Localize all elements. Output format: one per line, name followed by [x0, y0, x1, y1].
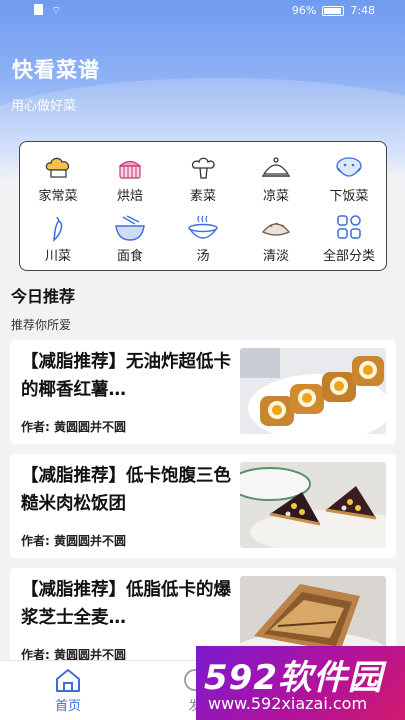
- watermark: 592软件园 www.592xiazai.com: [196, 646, 405, 720]
- category-label: 面食: [116, 249, 143, 264]
- dish-cover-icon: [262, 157, 290, 177]
- category-jiachangcai[interactable]: 家常菜: [22, 154, 94, 204]
- recipe-card[interactable]: 【减脂推荐】低卡饱腹三色糙米肉松饭团 作者: 黄圆圆并不圆: [10, 454, 396, 558]
- recipe-author: 作者: 黄圆圆并不圆: [21, 534, 126, 548]
- category-liangcai[interactable]: 凉菜: [240, 154, 312, 204]
- recipe-title: 【减脂推荐】低卡饱腹三色糙米肉松饭团: [21, 466, 231, 514]
- clock: 7:48: [350, 4, 375, 17]
- recipe-thumbnail: [240, 462, 386, 548]
- category-sucai[interactable]: 素菜: [167, 154, 239, 204]
- category-label: 素菜: [189, 189, 216, 204]
- wifi-icon: ⌔: [51, 4, 62, 17]
- category-label: 凉菜: [262, 189, 289, 204]
- category-all[interactable]: 全部分类: [313, 214, 385, 264]
- soup-icon: [188, 215, 218, 239]
- recipe-author: 作者: 黄圆圆并不圆: [21, 420, 126, 434]
- category-hongbei[interactable]: 烘焙: [94, 154, 166, 204]
- app-title: 快看菜谱: [12, 58, 100, 82]
- sim-icon: [34, 4, 43, 15]
- category-xiafancai[interactable]: 下饭菜: [313, 154, 385, 204]
- bowl-icon: [336, 157, 362, 177]
- chili-icon: [53, 216, 63, 242]
- recipe-title: 【减脂推荐】无油炸超低卡的椰香红薯…: [21, 352, 231, 400]
- category-chuancai[interactable]: 川菜: [22, 214, 94, 264]
- recipe-title: 【减脂推荐】低脂低卡的爆浆芝士全麦…: [21, 580, 231, 628]
- category-label: 烘焙: [116, 189, 143, 204]
- chef-hat-icon: [45, 157, 70, 178]
- tab-home[interactable]: 首页: [23, 667, 113, 714]
- category-label: 汤: [196, 249, 210, 264]
- status-bar: ⌔ 96% 7:48: [0, 0, 405, 22]
- app-subtitle: 用心做好菜: [11, 99, 77, 114]
- category-label: 全部分类: [322, 249, 375, 264]
- watermark-brand: 592软件园: [204, 658, 383, 698]
- recipe-card[interactable]: 【减脂推荐】无油炸超低卡的椰香红薯… 作者: 黄圆圆并不圆: [10, 340, 396, 444]
- category-label: 家常菜: [38, 189, 78, 204]
- category-qingdan[interactable]: 清淡: [240, 214, 312, 264]
- tab-home-label: 首页: [54, 699, 81, 714]
- section-subtitle: 推荐你所爱: [11, 318, 72, 332]
- category-label: 川菜: [44, 249, 71, 264]
- section-title: 今日推荐: [11, 287, 76, 306]
- grid-icon: [337, 215, 361, 239]
- category-mianshi[interactable]: 面食: [94, 214, 166, 264]
- battery-icon: [322, 5, 345, 16]
- noodle-bowl-icon: [115, 215, 145, 241]
- category-tang[interactable]: 汤: [167, 214, 239, 264]
- category-label: 清淡: [262, 249, 289, 264]
- battery-percent: 96%: [291, 4, 317, 17]
- cake-icon: [118, 160, 142, 179]
- category-label: 下饭菜: [329, 189, 369, 204]
- watermark-url: www.592xiazai.com: [208, 694, 368, 713]
- broccoli-icon: [191, 157, 215, 179]
- dumpling-icon: [261, 222, 291, 236]
- home-icon: [56, 669, 80, 692]
- category-panel: 家常菜 烘焙 素菜 凉菜 下饭菜 川菜 面食 汤 清淡 全部分类: [19, 141, 387, 271]
- recipe-thumbnail: [240, 348, 386, 434]
